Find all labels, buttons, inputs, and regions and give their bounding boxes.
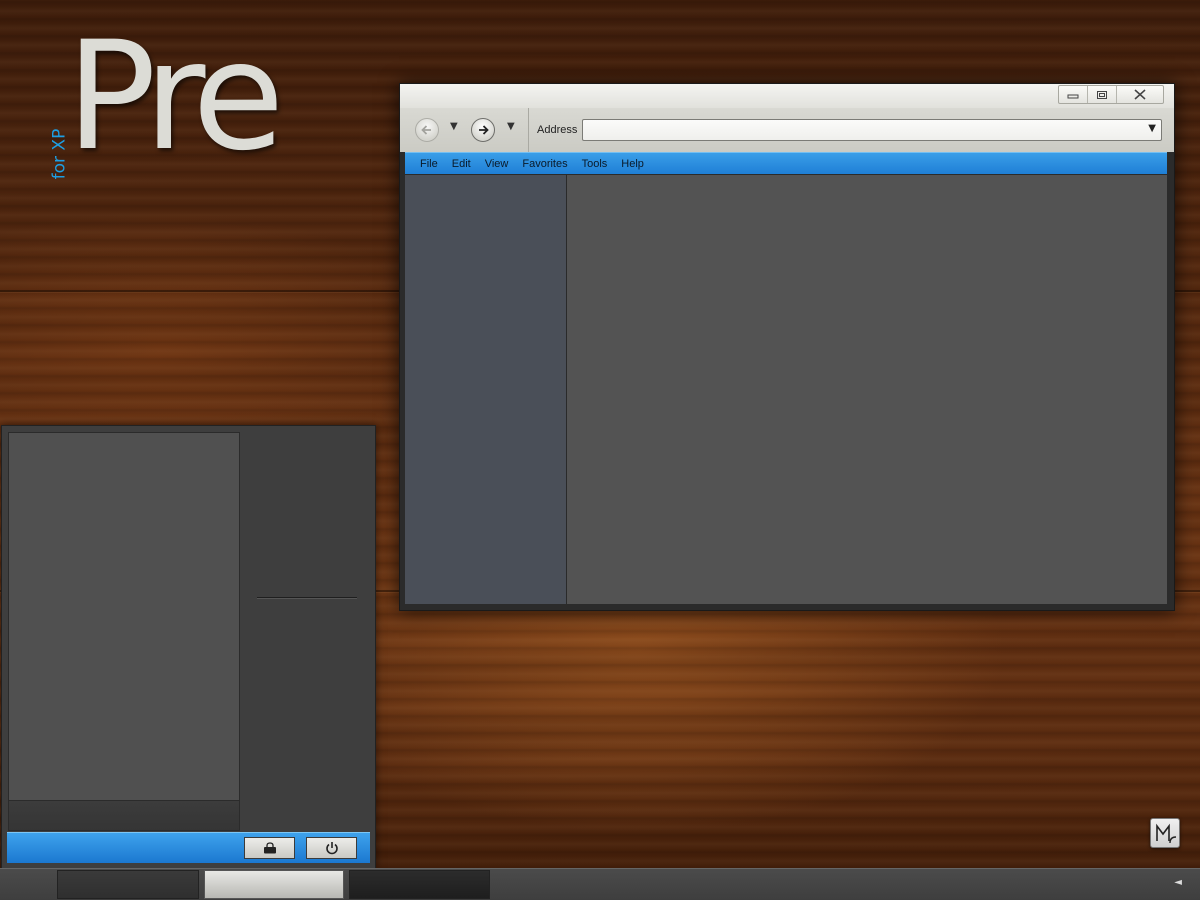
menu-file[interactable]: File bbox=[420, 158, 438, 170]
menu-favorites[interactable]: Favorites bbox=[522, 158, 567, 170]
taskbar-button-active[interactable] bbox=[204, 870, 344, 899]
programs-list[interactable] bbox=[8, 432, 240, 801]
back-button[interactable] bbox=[415, 118, 439, 142]
start-menu-footer bbox=[7, 832, 370, 863]
minimize-icon bbox=[1067, 94, 1079, 98]
taskbar-button[interactable] bbox=[349, 870, 490, 899]
close-icon bbox=[1134, 89, 1146, 100]
caption-buttons bbox=[1058, 85, 1164, 104]
folder-content-pane[interactable] bbox=[567, 175, 1167, 604]
desktop[interactable]: Pre for XP ▼ ▼ Address ▼ File Edit View … bbox=[0, 0, 1200, 900]
all-programs-bar[interactable] bbox=[8, 800, 240, 831]
desktop-shortcut-icon[interactable] bbox=[1150, 818, 1180, 848]
power-icon bbox=[325, 842, 338, 855]
menu-help[interactable]: Help bbox=[621, 158, 644, 170]
logo-subtitle: for XP bbox=[49, 128, 70, 180]
app-logo-icon bbox=[1156, 823, 1177, 844]
explorer-window[interactable]: ▼ ▼ Address ▼ File Edit View Favorites T… bbox=[399, 83, 1175, 611]
task-pane[interactable] bbox=[405, 175, 567, 604]
minimize-button[interactable] bbox=[1059, 86, 1088, 103]
start-menu bbox=[1, 425, 376, 869]
address-dropdown-arrow[interactable]: ▼ bbox=[1148, 123, 1156, 134]
power-button[interactable] bbox=[306, 837, 357, 859]
tray-expand-arrow[interactable]: ◄ bbox=[1174, 877, 1182, 888]
restore-icon bbox=[1097, 90, 1107, 99]
taskbar-button[interactable] bbox=[57, 870, 199, 899]
restore-button[interactable] bbox=[1088, 86, 1117, 103]
navbar-separator bbox=[528, 108, 529, 152]
forward-button[interactable] bbox=[471, 118, 495, 142]
back-history-dropdown[interactable]: ▼ bbox=[450, 121, 458, 132]
lock-icon bbox=[263, 842, 276, 854]
back-arrow-icon bbox=[421, 125, 431, 135]
menu-view[interactable]: View bbox=[485, 158, 509, 170]
wallpaper-logo: Pre for XP bbox=[48, 22, 308, 192]
taskbar: ◄ bbox=[0, 868, 1200, 900]
logo-title: Pre bbox=[66, 10, 285, 184]
menu-tools[interactable]: Tools bbox=[582, 158, 608, 170]
menu-bar: File Edit View Favorites Tools Help bbox=[405, 152, 1167, 174]
forward-history-dropdown[interactable]: ▼ bbox=[507, 121, 515, 132]
navigation-bar: ▼ ▼ Address ▼ bbox=[400, 108, 1174, 152]
forward-arrow-icon bbox=[479, 125, 489, 135]
address-input[interactable]: ▼ bbox=[582, 119, 1162, 141]
menu-edit[interactable]: Edit bbox=[452, 158, 471, 170]
window-titlebar[interactable] bbox=[400, 84, 1174, 108]
places-divider bbox=[257, 597, 357, 598]
lock-button[interactable] bbox=[244, 837, 295, 859]
address-label: Address bbox=[537, 124, 578, 136]
close-button[interactable] bbox=[1117, 86, 1163, 103]
